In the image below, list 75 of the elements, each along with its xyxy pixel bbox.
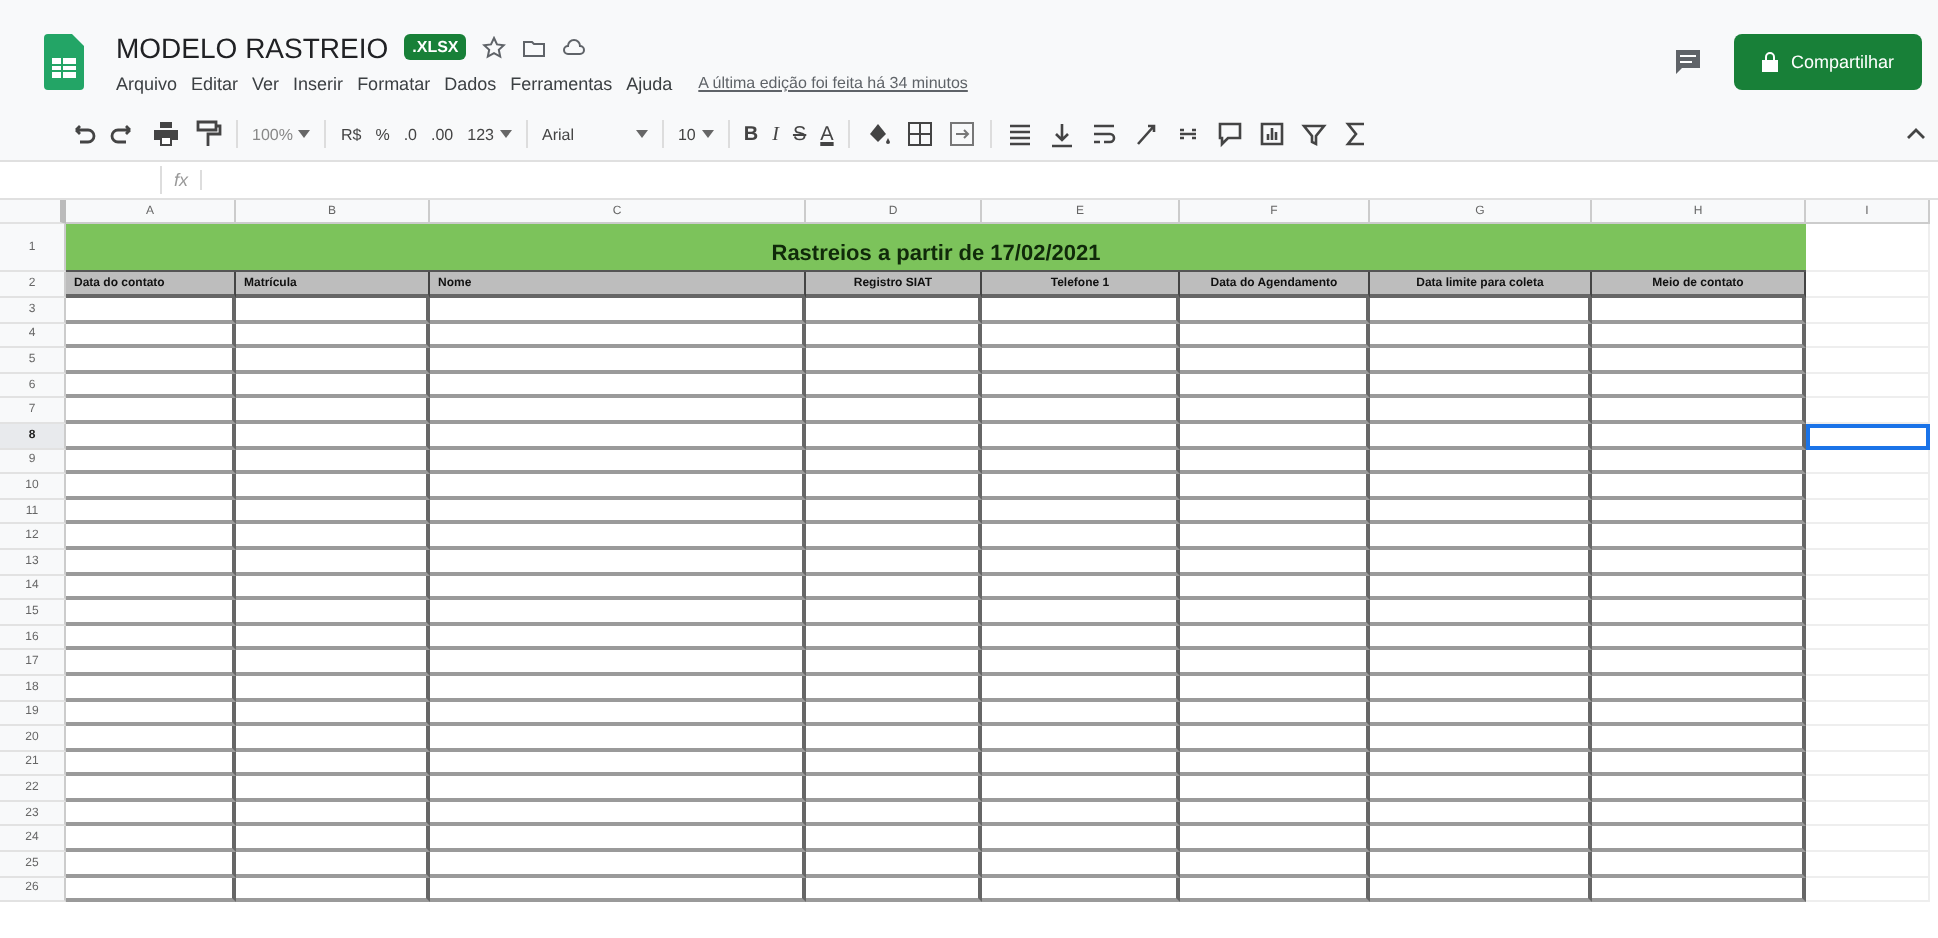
table-cell — [1806, 675, 1930, 701]
caret-icon[interactable] — [499, 130, 512, 138]
italic-button[interactable]: I — [772, 123, 779, 145]
cloud-icon[interactable] — [562, 35, 587, 59]
table-cell — [1806, 373, 1930, 399]
comment-icon[interactable] — [1215, 120, 1244, 148]
caret-icon[interactable] — [298, 130, 311, 138]
table-cell — [1806, 701, 1930, 727]
decrease-decimals-button[interactable]: .0 — [403, 125, 417, 143]
menu-item[interactable]: Editar — [191, 73, 239, 93]
table-cell — [1806, 449, 1930, 475]
file-type-badge: .XLSX — [404, 34, 467, 60]
borders-icon[interactable] — [905, 120, 934, 148]
bold-button[interactable]: B — [743, 123, 759, 145]
caret-icon[interactable] — [701, 130, 714, 138]
percent-button[interactable]: % — [375, 125, 390, 143]
table-cell — [1806, 298, 1930, 324]
sheet-title-cell: Rastreios a partir de 17/02/2021 — [66, 224, 1806, 272]
table-cell — [1806, 398, 1930, 424]
last-edit-link[interactable]: A última edição foi feita há 34 minutos — [698, 74, 968, 92]
table-cell — [1806, 575, 1930, 601]
menu-item[interactable]: Ajuda — [626, 73, 673, 93]
table-cell — [1806, 751, 1930, 777]
sheets-logo-icon[interactable] — [44, 34, 84, 90]
zoom-select[interactable]: 100% — [252, 125, 293, 143]
menu-item[interactable]: Arquivo — [116, 73, 178, 93]
lock-icon — [1762, 52, 1779, 72]
menu-item[interactable]: Ver — [252, 73, 280, 93]
table-cell — [1806, 625, 1930, 651]
table-cell — [1806, 499, 1930, 525]
paint-format-icon[interactable] — [194, 120, 222, 148]
strikethrough-button[interactable]: S — [792, 123, 807, 145]
sigma-icon[interactable] — [1341, 120, 1370, 148]
filter-icon[interactable] — [1299, 120, 1328, 148]
currency-button[interactable]: R$ — [340, 125, 362, 143]
rotate-icon[interactable] — [1131, 120, 1160, 148]
collapse-icon[interactable] — [1906, 126, 1926, 142]
formula-label: fx — [162, 170, 203, 190]
table-cell — [1806, 272, 1930, 298]
text-color-button[interactable]: A — [820, 123, 834, 145]
table-cell — [1806, 801, 1930, 827]
table-cell — [1806, 224, 1930, 272]
table-cell — [1806, 474, 1930, 500]
table-cell — [1806, 323, 1930, 349]
menu-item[interactable]: Ferramentas — [510, 73, 613, 93]
table-cell — [1806, 549, 1930, 576]
table-cell — [1806, 877, 1930, 903]
valign-icon[interactable] — [1047, 120, 1076, 148]
print-icon[interactable] — [152, 120, 180, 148]
menu-item[interactable]: Formatar — [357, 73, 431, 93]
wrap-icon[interactable] — [1089, 120, 1118, 148]
table-cell — [1806, 852, 1930, 878]
comment-icon[interactable] — [1674, 48, 1703, 76]
menu-item[interactable]: Inserir — [293, 73, 344, 93]
table-cell — [1806, 776, 1930, 802]
chart-icon[interactable] — [1257, 120, 1286, 148]
number-format-select[interactable]: 123 — [467, 125, 494, 143]
table-cell — [1806, 524, 1930, 550]
document-title[interactable]: MODELO RASTREIO — [116, 31, 389, 63]
table-cell — [1806, 726, 1930, 752]
table-cell — [1806, 650, 1930, 676]
folder-icon[interactable] — [522, 35, 547, 59]
increase-decimals-button[interactable]: .00 — [431, 125, 454, 143]
merge-cells-icon[interactable] — [947, 120, 976, 148]
font-select[interactable]: Arial — [541, 125, 630, 143]
share-button[interactable]: Compartilhar — [1734, 34, 1922, 90]
caret-icon[interactable] — [635, 130, 648, 138]
menu-item[interactable]: Dados — [444, 73, 497, 93]
table-cell — [1806, 348, 1930, 374]
selected-cell[interactable] — [1806, 423, 1930, 450]
align-icon[interactable] — [1005, 120, 1034, 148]
table-cell — [1806, 826, 1930, 853]
font-size-select[interactable]: 10 — [677, 125, 696, 143]
star-icon[interactable] — [482, 35, 507, 59]
table-cell — [1806, 600, 1930, 626]
